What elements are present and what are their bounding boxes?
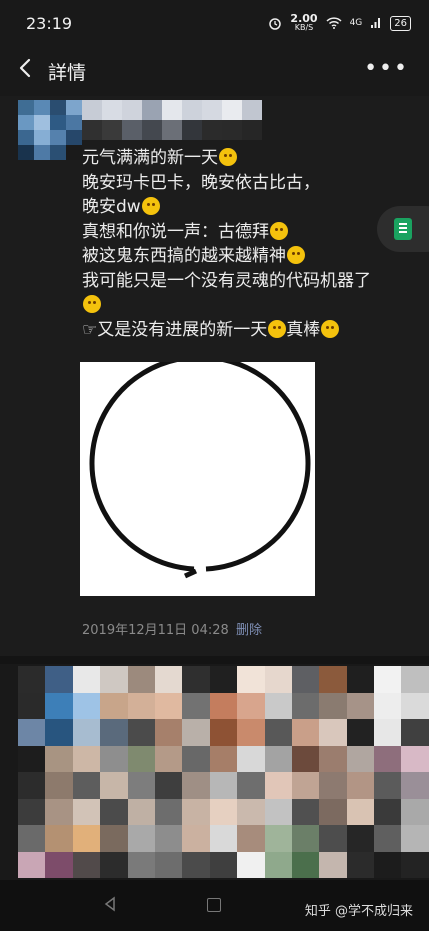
divider xyxy=(0,656,429,664)
pixelated-image xyxy=(18,666,429,904)
circle-drawing xyxy=(89,354,311,579)
post-line-text: 真棒 xyxy=(286,319,321,340)
emoji-icon xyxy=(83,295,101,313)
emoji-icon xyxy=(321,319,340,338)
post-line-text: 被这鬼东西搞的越来越精神 xyxy=(82,246,286,266)
post-line: 晚安dw xyxy=(82,195,422,220)
avatar[interactable] xyxy=(18,100,82,160)
status-bar: 23:19 2.00 KB/S 4G 26 xyxy=(0,0,429,48)
emoji-icon xyxy=(141,197,160,215)
post-line: 真想和你说一声：古德拜 xyxy=(82,220,422,245)
post-line-text: 真想和你说一声：古德拜 xyxy=(82,221,269,242)
post-image[interactable] xyxy=(80,354,315,596)
alarm-icon xyxy=(269,18,282,30)
post-line xyxy=(82,293,422,318)
more-horizontal-icon[interactable]: ••• xyxy=(364,56,409,81)
system-navbar: 知乎 @学不成归来 xyxy=(0,880,429,931)
header: 詳情 ••• xyxy=(0,48,429,96)
chevron-left-icon[interactable] xyxy=(14,56,38,80)
post-line-text: 我可能只是一个没有灵魂的代码机器了 xyxy=(82,270,371,291)
signal-icon xyxy=(371,18,381,28)
emoji-icon xyxy=(219,148,237,166)
net-speed-unit: KB/S xyxy=(294,23,314,32)
emoji-icon xyxy=(268,319,287,338)
page-title: 詳情 xyxy=(48,62,87,84)
watermark: 知乎 @学不成归来 xyxy=(304,904,413,919)
post-line: ☞又是没有进展的新一天 真棒 xyxy=(82,318,422,343)
emoji-icon xyxy=(270,221,288,240)
battery-icon: 26 xyxy=(390,15,411,31)
pointing-hand-icon: ☞ xyxy=(82,319,98,340)
post-line-text: 元气满满的新一天 xyxy=(82,148,218,168)
nav-back-icon[interactable] xyxy=(102,896,118,912)
net-speed: 2.00 KB/S xyxy=(290,12,318,32)
delete-button[interactable]: 删除 xyxy=(236,619,262,638)
post-line: 我可能只是一个没有灵魂的代码机器了 xyxy=(82,269,422,294)
emoji-icon xyxy=(287,246,305,264)
user-name[interactable] xyxy=(82,100,270,140)
post-line-text: 晚安玛卡巴卡，晚安依古比古， xyxy=(82,172,320,193)
status-time: 23:19 xyxy=(26,14,73,33)
net-speed-value: 2.00 xyxy=(290,12,318,25)
post-line-text: 晚安dw xyxy=(82,197,141,217)
post-date: 2019年12月11日 04:28 xyxy=(82,623,229,638)
post-line: 晚安玛卡巴卡，晚安依古比古， xyxy=(82,171,422,196)
signal-label: 4G xyxy=(349,18,363,28)
post-line-text: 又是没有进展的新一天 xyxy=(97,319,268,340)
moment-post: 元气满满的新一天 晚安玛卡巴卡，晚安依古比古， 晚安dw 真想和你说一声：古德拜… xyxy=(0,96,429,656)
post-line: 元气满满的新一天 xyxy=(82,146,422,171)
post-line: 被这鬼东西搞的越来越精神 xyxy=(82,244,422,269)
wifi-icon xyxy=(326,17,342,29)
status-icons: 2.00 KB/S 4G 26 xyxy=(268,12,411,32)
post-text: 元气满满的新一天 晚安玛卡巴卡，晚安依古比古， 晚安dw 真想和你说一声：古德拜… xyxy=(82,146,422,342)
nav-home-icon[interactable] xyxy=(207,898,221,912)
